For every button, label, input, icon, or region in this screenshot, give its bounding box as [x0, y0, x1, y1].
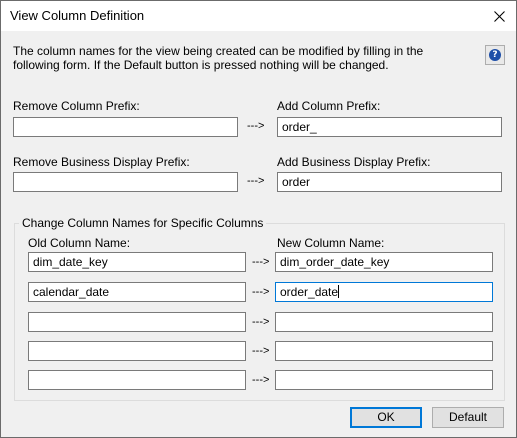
old-column-name-header: Old Column Name: — [28, 236, 131, 250]
window-title: View Column Definition — [10, 8, 145, 23]
default-button[interactable]: Default — [432, 407, 504, 428]
old-column-name-input-5[interactable] — [28, 370, 246, 390]
prefix-arrow: ---> — [247, 175, 265, 187]
old-column-name-input-4[interactable] — [28, 341, 246, 361]
old-column-name-input-2[interactable]: calendar_date — [28, 282, 246, 302]
view-column-definition-dialog: View Column Definition The column names … — [0, 0, 517, 438]
prefix-arrow: ---> — [247, 120, 265, 132]
new-column-name-input-2[interactable]: order_date — [275, 282, 493, 302]
row-arrow: ---> — [252, 286, 270, 298]
intro-text: The column names for the view being crea… — [13, 44, 424, 72]
row-arrow: ---> — [252, 256, 270, 268]
row-arrow: ---> — [252, 374, 270, 386]
remove-column-prefix-label: Remove Column Prefix: — [13, 99, 140, 113]
row-arrow: ---> — [252, 316, 270, 328]
new-column-name-input-3[interactable] — [275, 312, 493, 332]
new-column-name-input-4[interactable] — [275, 341, 493, 361]
new-column-name-input-1[interactable]: dim_order_date_key — [275, 252, 493, 272]
remove-column-prefix-input[interactable] — [13, 117, 238, 137]
specific-columns-group-title: Change Column Names for Specific Columns — [19, 216, 267, 230]
add-column-prefix-input[interactable]: order_ — [277, 117, 502, 137]
old-column-name-input-1[interactable]: dim_date_key — [28, 252, 246, 272]
add-business-prefix-input[interactable]: order — [277, 172, 502, 192]
ok-button[interactable]: OK — [350, 407, 422, 428]
close-icon — [493, 10, 505, 22]
new-column-name-header: New Column Name: — [277, 236, 385, 250]
old-column-name-input-3[interactable] — [28, 312, 246, 332]
new-column-name-value-2: order_date — [280, 285, 339, 299]
remove-business-prefix-input[interactable] — [13, 172, 238, 192]
help-button[interactable]: ? — [485, 45, 505, 65]
title-bar: View Column Definition — [1, 1, 516, 31]
remove-business-prefix-label: Remove Business Display Prefix: — [13, 155, 190, 169]
text-caret — [338, 285, 340, 298]
help-icon: ? — [489, 49, 501, 61]
close-button[interactable] — [482, 1, 516, 31]
new-column-name-input-5[interactable] — [275, 370, 493, 390]
add-business-prefix-label: Add Business Display Prefix: — [277, 155, 431, 169]
row-arrow: ---> — [252, 345, 270, 357]
add-column-prefix-label: Add Column Prefix: — [277, 99, 381, 113]
